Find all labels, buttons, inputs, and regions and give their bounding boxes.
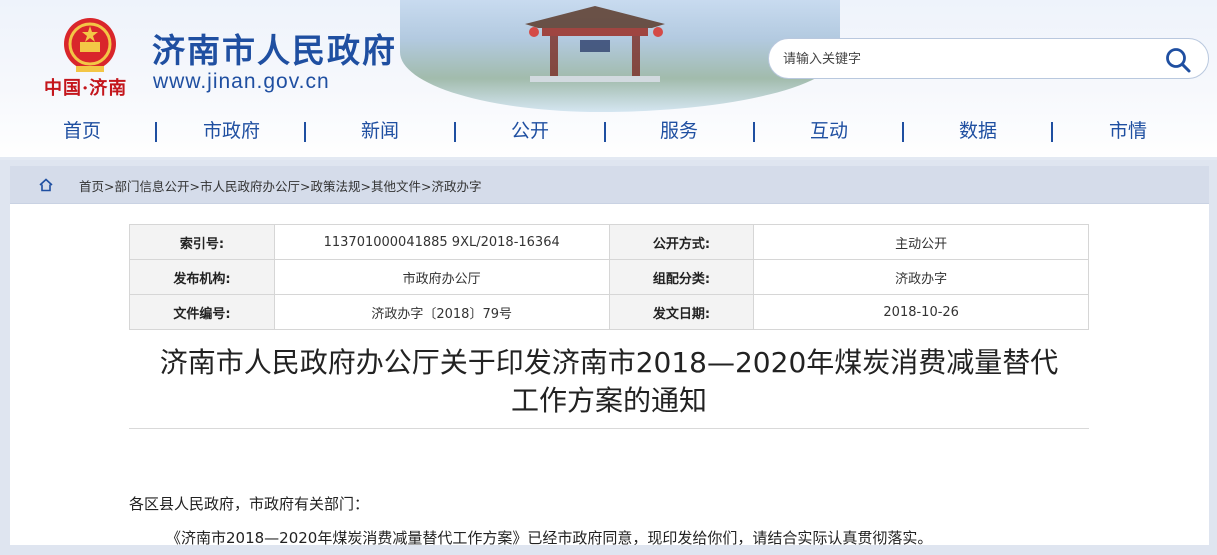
meta-value-issue-date: 2018-10-26 [753,294,1089,330]
breadcrumb-item-home[interactable]: 首页 [79,179,104,194]
meta-value-disclosure: 主动公开 [753,224,1089,260]
meta-key-category: 组配分类: [608,259,755,295]
nav-divider [604,122,606,142]
nav-divider [753,122,755,142]
nav-item-news[interactable]: 新闻 [361,114,399,150]
main-nav: 首页 市政府 新闻 公开 服务 互动 数据 市情 [0,114,1217,150]
document-title-line: 济南市人民政府办公厅关于印发济南市2018—2020年煤炭消费减量替代 [159,346,1059,379]
breadcrumb-item-other-docs[interactable]: 其他文件 [371,179,421,194]
meta-value-category: 济政办字 [753,259,1089,295]
search-icon[interactable] [1164,46,1192,74]
meta-value-index: 113701000041885 9XL/2018-16364 [273,224,610,260]
site-header: 中国·济南 济南市人民政府 www.jinan.gov.cn 首页 市政府 新闻… [0,0,1217,160]
breadcrumb-separator: > [421,179,432,194]
document-meta-table: 索引号: 113701000041885 9XL/2018-16364 公开方式… [129,224,1089,330]
nav-item-open[interactable]: 公开 [511,114,549,150]
meta-key-doc-number: 文件编号: [129,294,275,330]
nav-item-government[interactable]: 市政府 [203,114,260,150]
nav-item-home[interactable]: 首页 [63,114,101,150]
meta-key-index: 索引号: [129,224,275,260]
document-title-line: 工作方案的通知 [510,384,707,417]
nav-item-services[interactable]: 服务 [660,114,698,150]
search-input[interactable] [783,46,1153,72]
breadcrumb-item-general-office[interactable]: 市人民政府办公厅 [200,179,300,194]
nav-divider [902,122,904,142]
site-title[interactable]: 济南市人民政府 [152,24,397,72]
breadcrumb-separator: > [104,179,115,194]
breadcrumb-separator: > [189,179,200,194]
document-salutation: 各区县人民政府，市政府有关部门： [129,495,370,513]
nav-item-city-info[interactable]: 市情 [1109,114,1147,150]
header-divider [0,157,1217,160]
nav-divider [304,122,306,142]
table-row: 文件编号: 济政办字〔2018〕79号 发文日期: 2018-10-26 [129,294,1089,330]
home-icon[interactable] [39,178,53,192]
breadcrumb-item-policy[interactable]: 政策法规 [311,179,361,194]
nav-divider [454,122,456,142]
meta-value-doc-number: 济政办字〔2018〕79号 [273,294,610,330]
breadcrumb-trail: 首页>部门信息公开>市人民政府办公厅>政策法规>其他文件>济政办字 [79,176,482,195]
meta-key-publisher: 发布机构: [129,259,275,295]
nav-item-interaction[interactable]: 互动 [810,114,848,150]
site-url[interactable]: www.jinan.gov.cn [153,70,330,94]
pavilion-illustration [525,6,665,82]
breadcrumb: 首页>部门信息公开>市人民政府办公厅>政策法规>其他文件>济政办字 [10,166,1209,204]
main-content: 索引号: 113701000041885 9XL/2018-16364 公开方式… [10,204,1209,547]
document-paragraph: 《济南市2018—2020年煤炭消费减量替代工作方案》已经市政府同意，现印发给你… [166,529,933,547]
search-box [768,38,1209,79]
meta-key-issue-date: 发文日期: [608,294,755,330]
table-row: 发布机构: 市政府办公厅 组配分类: 济政办字 [129,259,1089,295]
document-title: 济南市人民政府办公厅关于印发济南市2018—2020年煤炭消费减量替代 工作方案… [129,344,1089,420]
meta-key-disclosure: 公开方式: [608,224,755,260]
breadcrumb-item-dept-info[interactable]: 部门信息公开 [115,179,190,194]
breadcrumb-separator: > [300,179,311,194]
region-label: 中国·济南 [44,78,128,99]
breadcrumb-item-current[interactable]: 济政办字 [432,179,482,194]
nav-item-data[interactable]: 数据 [959,114,997,150]
meta-value-publisher: 市政府办公厅 [273,259,610,295]
national-emblem-icon [64,18,116,72]
nav-divider [1051,122,1053,142]
table-row: 索引号: 113701000041885 9XL/2018-16364 公开方式… [129,224,1089,260]
nav-divider [155,122,157,142]
title-divider [129,428,1089,429]
breadcrumb-separator: > [360,179,371,194]
